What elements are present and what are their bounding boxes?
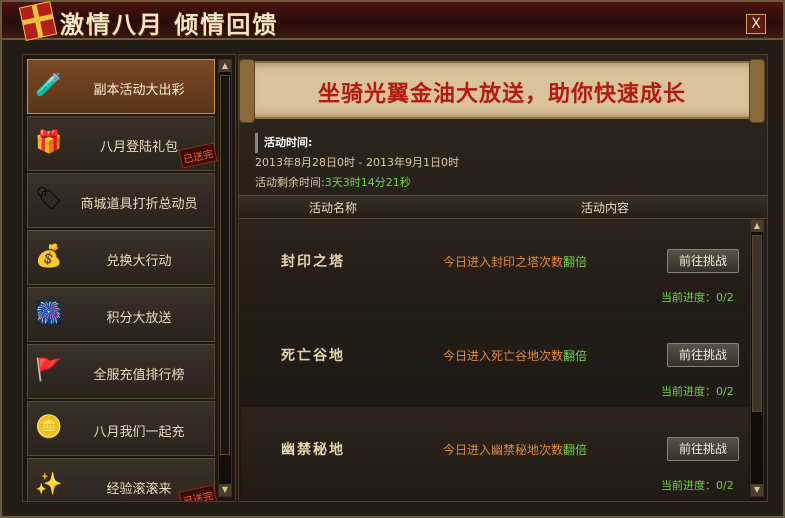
activity-name: 死亡谷地 xyxy=(281,348,345,364)
progress-text: 当前进度：0/2 xyxy=(661,291,734,304)
window-title: 激情八月 倾情回馈 xyxy=(60,10,279,39)
activity-description: 今日进入死亡谷地次数翻倍 xyxy=(443,347,587,364)
column-header-content: 活动内容 xyxy=(581,201,630,215)
activity-time-label: 活动时间: xyxy=(255,133,459,153)
event-menu: 🧪 副本活动大出彩 🎁 八月登陆礼包 已送完 🏷 商城道具打折总动员 💰 兑换大… xyxy=(27,59,218,501)
activity-list-scrollbar[interactable]: ▲ ▼ xyxy=(750,219,764,497)
event-sidebar: 🧪 副本活动大出彩 🎁 八月登陆礼包 已送完 🏷 商城道具打折总动员 💰 兑换大… xyxy=(22,54,236,502)
activity-description: 今日进入幽禁秘地次数翻倍 xyxy=(443,441,587,458)
sidebar-item-points[interactable]: 🎆 积分大放送 xyxy=(27,287,215,342)
description-highlight: 翻倍 xyxy=(563,349,588,363)
sidebar-item-label: 八月我们一起充 xyxy=(93,425,185,440)
event-banner: 坐骑光翼金油大放送，助你快速成长 xyxy=(239,59,765,123)
sidebar-item-dungeon-event[interactable]: 🧪 副本活动大出彩 xyxy=(27,59,215,114)
activity-description: 今日进入封印之塔次数翻倍 xyxy=(443,253,587,270)
sidebar-item-label: 兑换大行动 xyxy=(106,254,172,269)
event-window: 激情八月 倾情回馈 X 🧪 副本活动大出彩 🎁 八月登陆礼包 已送完 🏷 商城道… xyxy=(0,0,785,518)
progress-text: 当前进度：0/2 xyxy=(661,385,734,398)
description-text: 今日进入死亡谷地次数 xyxy=(443,349,564,363)
table-row: 幽禁秘地 今日进入幽禁秘地次数翻倍 前往挑战 当前进度：0/2 xyxy=(241,407,749,501)
activity-name: 封印之塔 xyxy=(281,254,345,270)
remaining-time-value: 3天3时14分21秒 xyxy=(324,176,411,189)
activity-list: 封印之塔 今日进入封印之塔次数翻倍 前往挑战 当前进度：0/2 死亡谷地 今日进… xyxy=(241,219,749,501)
sidebar-item-label: 商城道具打折总动员 xyxy=(80,197,198,212)
description-highlight: 翻倍 xyxy=(563,255,588,269)
sidebar-item-login-gift[interactable]: 🎁 八月登陆礼包 已送完 xyxy=(27,116,218,171)
description-text: 今日进入封印之塔次数 xyxy=(443,255,564,269)
description-highlight: 翻倍 xyxy=(563,443,588,457)
table-row: 死亡谷地 今日进入死亡谷地次数翻倍 前往挑战 当前进度：0/2 xyxy=(241,313,749,407)
close-button[interactable]: X xyxy=(746,14,766,34)
gold-ingot-icon: 💰 xyxy=(35,244,63,269)
coin-pile-icon: 🪙 xyxy=(35,415,63,440)
activity-time-block: 活动时间: 2013年8月28日0时 - 2013年9月1日0时 活动剩余时间:… xyxy=(255,133,459,193)
go-challenge-button[interactable]: 前往挑战 xyxy=(667,249,739,273)
event-detail-panel: 坐骑光翼金油大放送，助你快速成长 活动时间: 2013年8月28日0时 - 20… xyxy=(238,54,768,502)
sidebar-item-mall-discount[interactable]: 🏷 商城道具打折总动员 xyxy=(27,173,215,228)
remaining-time-line: 活动剩余时间:3天3时14分21秒 xyxy=(255,173,459,193)
sidebar-item-label: 副本活动大出彩 xyxy=(93,83,185,98)
scroll-up-icon[interactable]: ▲ xyxy=(219,60,231,72)
title-bar: 激情八月 倾情回馈 X xyxy=(2,1,783,41)
fireworks-icon: 🎆 xyxy=(35,301,63,326)
remaining-time-label: 活动剩余时间: xyxy=(255,176,325,189)
progress-text: 当前进度：0/2 xyxy=(661,479,734,492)
activity-scroll-thumb[interactable] xyxy=(752,235,762,412)
column-header-name: 活动名称 xyxy=(309,201,358,215)
activity-table-header: 活动名称 活动内容 xyxy=(239,195,767,219)
scroll-down-icon[interactable]: ▼ xyxy=(219,484,231,496)
green-bottle-icon: 🧪 xyxy=(35,73,63,98)
activity-name: 幽禁秘地 xyxy=(281,442,345,458)
description-text: 今日进入幽禁秘地次数 xyxy=(443,443,564,457)
sidebar-item-label: 全服充值排行榜 xyxy=(93,368,185,383)
go-challenge-button[interactable]: 前往挑战 xyxy=(667,437,739,461)
table-row: 封印之塔 今日进入封印之塔次数翻倍 前往挑战 当前进度：0/2 xyxy=(241,219,749,313)
sidebar-scrollbar[interactable]: ▲ ▼ xyxy=(218,59,232,497)
exp-orb-icon: ✨ xyxy=(35,472,63,497)
banner-slogan: 坐骑光翼金油大放送，助你快速成长 xyxy=(317,81,686,107)
sidebar-item-exchange[interactable]: 💰 兑换大行动 xyxy=(27,230,215,285)
scroll-down-icon[interactable]: ▼ xyxy=(751,484,763,496)
discount-tag-icon: 🏷 xyxy=(35,187,63,212)
gift-bag-icon: 🎁 xyxy=(35,130,63,155)
sidebar-item-recharge-together[interactable]: 🪙 八月我们一起充 xyxy=(27,401,215,456)
red-banner-icon: 🚩 xyxy=(35,358,63,383)
activity-time-range: 2013年8月28日0时 - 2013年9月1日0时 xyxy=(255,156,459,169)
gift-box-icon xyxy=(18,1,58,41)
sidebar-scroll-thumb[interactable] xyxy=(220,75,230,455)
scroll-up-icon[interactable]: ▲ xyxy=(751,220,763,232)
sidebar-item-label: 积分大放送 xyxy=(106,311,172,326)
sidebar-item-recharge-ranking[interactable]: 🚩 全服充值排行榜 xyxy=(27,344,215,399)
go-challenge-button[interactable]: 前往挑战 xyxy=(667,343,739,367)
sidebar-item-exp-boost[interactable]: ✨ 经验滚滚来 已送完 xyxy=(27,458,218,501)
